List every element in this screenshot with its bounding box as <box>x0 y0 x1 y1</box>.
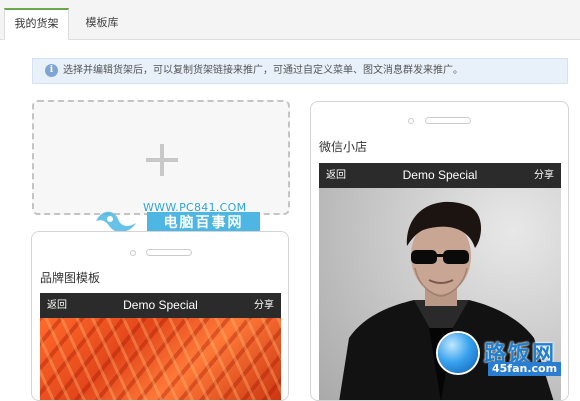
tab-my-shelf[interactable]: 我的货架 <box>4 8 69 40</box>
template-title: 微信小店 <box>319 140 368 154</box>
share-button[interactable]: 分享 <box>534 163 554 188</box>
phone-speaker-icon <box>146 249 192 256</box>
app-nav-bar: 返回 Demo Special 分享 <box>319 163 561 188</box>
share-button[interactable]: 分享 <box>254 293 274 318</box>
phone-camera-icon <box>130 250 136 256</box>
template-title: 品牌图模板 <box>40 271 101 285</box>
add-shelf-button[interactable] <box>32 100 290 215</box>
plus-icon <box>146 144 178 176</box>
info-notice: i 选择并编辑货架后，可以复制货架链接来推广，可通过自定义菜单、图文消息群发来推… <box>32 58 568 84</box>
site-logo-icon <box>438 333 478 373</box>
tab-template-library[interactable]: 模板库 <box>72 8 132 40</box>
app-title: Demo Special <box>402 168 478 182</box>
notice-text: 选择并编辑货架后，可以复制货架链接来推广，可通过自定义菜单、图文消息群发来推广。 <box>63 65 463 76</box>
phone-speaker-icon <box>425 117 471 124</box>
phone-camera-icon <box>408 118 414 124</box>
info-icon: i <box>45 64 58 77</box>
template-card-brand[interactable]: 品牌图模板 返回 Demo Special 分享 <box>31 231 289 401</box>
tab-bar: 我的货架 模板库 <box>0 0 580 40</box>
app-title: Demo Special <box>123 298 198 312</box>
site-logo-url: 45fan.com <box>488 362 562 376</box>
app-nav-bar: 返回 Demo Special 分享 <box>40 293 281 318</box>
orange-petals-image <box>40 318 281 400</box>
